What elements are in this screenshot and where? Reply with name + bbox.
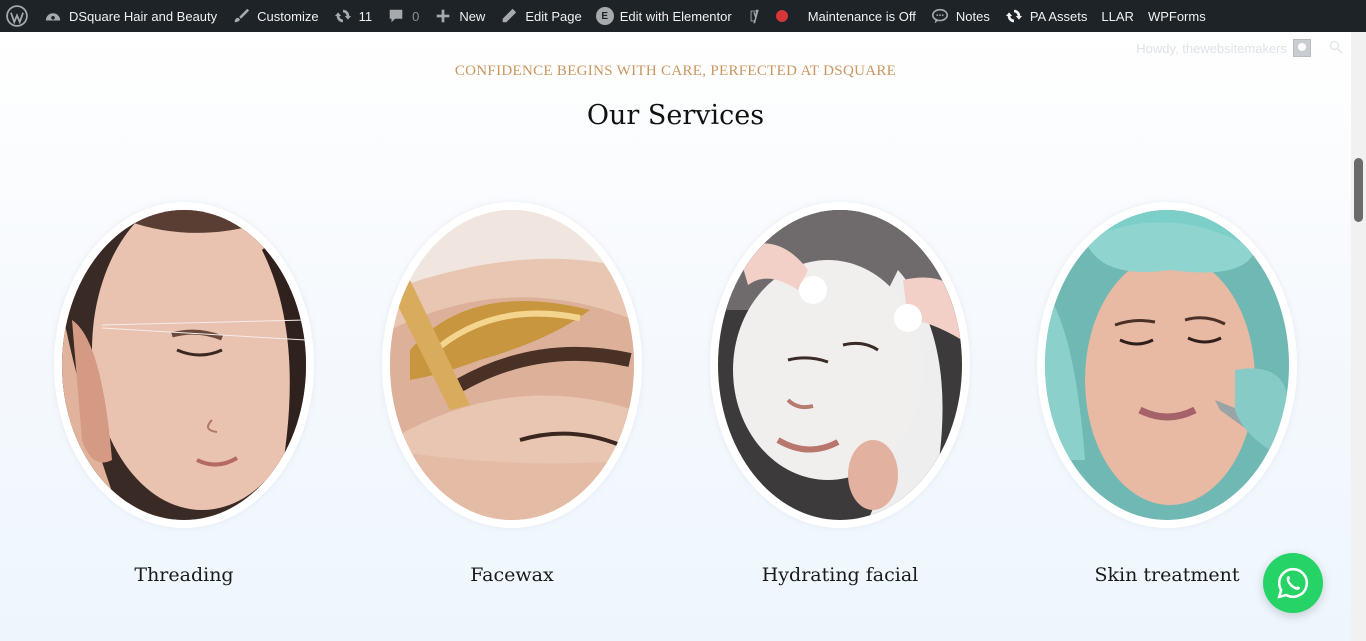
maintenance-status-dot	[775, 10, 788, 22]
plus-icon	[433, 6, 453, 26]
updates-count: 11	[358, 8, 373, 24]
customize-label: Customize	[257, 8, 319, 24]
scrollbar-thumb[interactable]	[1354, 158, 1363, 222]
site-name-menu[interactable]: DSquare Hair and Beauty	[36, 0, 224, 32]
edit-elementor-label: Edit with Elementor	[619, 8, 732, 24]
wpforms-label: WPForms	[1147, 8, 1206, 24]
updates-refresh-icon	[333, 6, 353, 26]
service-card-threading[interactable]: Threading	[54, 202, 314, 586]
service-image-frame	[1037, 202, 1297, 528]
service-label: Hydrating facial	[761, 564, 919, 586]
wordpress-logo-icon	[6, 5, 28, 27]
new-content-menu[interactable]: New	[426, 0, 492, 32]
service-image-facewax	[390, 210, 634, 520]
dashboard-gauge-icon	[43, 6, 63, 26]
pencil-icon	[499, 6, 519, 26]
edit-page-link[interactable]: Edit Page	[492, 0, 588, 32]
comments-link[interactable]: 0	[379, 0, 426, 32]
maintenance-label: Maintenance is Off	[807, 8, 916, 24]
notes-label: Notes	[955, 8, 990, 24]
avatar	[1293, 39, 1311, 57]
service-image-threading	[62, 210, 306, 520]
howdy-account-menu[interactable]: Howdy, thewebsitemakers	[1136, 39, 1311, 57]
service-label: Skin treatment	[1094, 564, 1240, 586]
wpforms-link[interactable]: WPForms	[1141, 0, 1213, 32]
service-image-skin-treatment	[1045, 210, 1289, 520]
service-image-frame	[710, 202, 970, 528]
service-card-skin-treatment[interactable]: Skin treatment	[1037, 202, 1297, 586]
yoast-icon	[746, 6, 766, 26]
refresh-icon	[1004, 6, 1024, 26]
page-scrollbar[interactable]	[1351, 32, 1366, 641]
llar-link[interactable]: LLAR	[1094, 0, 1141, 32]
pa-assets-link[interactable]: PA Assets	[997, 0, 1095, 32]
updates-link[interactable]: 11	[326, 0, 380, 32]
wp-admin-bar: DSquare Hair and Beauty Customize 11 0 N…	[0, 0, 1366, 32]
comments-count: 0	[412, 8, 420, 24]
service-label: Facewax	[470, 564, 554, 586]
section-title: Our Services	[586, 100, 765, 131]
pa-assets-label: PA Assets	[1029, 8, 1088, 24]
wp-logo-menu[interactable]	[0, 0, 36, 32]
search-icon[interactable]	[1329, 40, 1343, 54]
service-card-facewax[interactable]: Facewax	[382, 202, 642, 586]
comment-bubble-icon	[386, 6, 406, 26]
elementor-icon: E	[595, 7, 614, 25]
customize-link[interactable]: Customize	[224, 0, 325, 32]
site-name-label: DSquare Hair and Beauty	[69, 8, 218, 24]
paintbrush-icon	[231, 6, 251, 26]
new-label: New	[459, 8, 486, 24]
section-tagline: CONFIDENCE BEGINS WITH CARE, PERFECTED A…	[454, 63, 897, 79]
edit-with-elementor-link[interactable]: E Edit with Elementor	[589, 0, 739, 32]
service-image-frame	[54, 202, 314, 528]
notes-bubble-icon	[930, 6, 950, 26]
edit-page-label: Edit Page	[525, 8, 582, 24]
service-image-frame	[382, 202, 642, 528]
service-label: Threading	[134, 564, 234, 586]
yoast-seo-menu[interactable]	[739, 0, 801, 32]
page-content: Howdy, thewebsitemakers CONFIDENCE BEGIN…	[0, 32, 1351, 641]
maintenance-status-link[interactable]: Maintenance is Off	[801, 0, 923, 32]
whatsapp-chat-button[interactable]	[1263, 553, 1323, 613]
whatsapp-icon	[1276, 566, 1310, 600]
notes-link[interactable]: Notes	[923, 0, 997, 32]
howdy-label: Howdy, thewebsitemakers	[1136, 40, 1287, 56]
service-image-hydrating-facial	[718, 210, 962, 520]
llar-label: LLAR	[1101, 8, 1134, 24]
service-card-hydrating-facial[interactable]: Hydrating facial	[710, 202, 970, 586]
